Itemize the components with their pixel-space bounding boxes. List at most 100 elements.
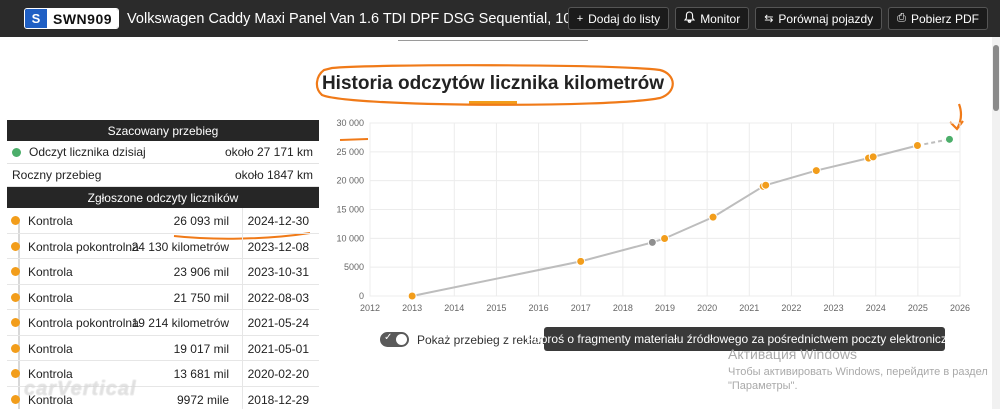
yearly-mileage-value: około 1847 km xyxy=(234,168,313,182)
column-divider xyxy=(242,233,243,258)
column-divider xyxy=(242,386,243,409)
download-pdf-button[interactable]: ⎙ Pobierz PDF xyxy=(888,7,988,30)
top-bar: S SWN909 Volkswagen Caddy Maxi Panel Van… xyxy=(0,0,1000,37)
data-point xyxy=(407,291,417,301)
column-divider xyxy=(242,310,243,335)
reading-kind: Kontrola pokontrolna xyxy=(28,316,139,330)
y-tick-label: 30 000 xyxy=(336,118,364,128)
reading-date: 2020-02-20 xyxy=(247,367,309,381)
reading-dot-icon xyxy=(11,318,20,327)
reading-date: 2022-08-03 xyxy=(247,290,309,305)
x-tick-label: 2026 xyxy=(950,303,970,313)
reading-dot-icon xyxy=(11,343,20,353)
reading-mileage: 19 017 mil xyxy=(173,341,229,356)
x-tick-label: 2014 xyxy=(444,303,464,313)
reading-mileage: 23 906 mil xyxy=(173,265,229,279)
reading-dot-icon xyxy=(11,369,20,378)
reported-readings-header: Zgłoszone odczyty liczników xyxy=(7,187,319,208)
reading-kind: Kontrola xyxy=(28,341,73,356)
data-point xyxy=(912,141,922,151)
ads-mileage-toggle[interactable]: ✓ xyxy=(380,332,409,347)
reading-dot-icon xyxy=(11,292,20,302)
y-tick-label: 0 xyxy=(359,291,364,301)
y-tick-label: 5000 xyxy=(344,262,364,272)
column-divider xyxy=(242,361,243,386)
estimate-dot-icon xyxy=(12,147,21,157)
today-reading-label: Odczyt licznika dzisiaj xyxy=(29,145,146,159)
compare-icon: ⇆ xyxy=(764,13,774,25)
add-to-list-label: Dodaj do listy xyxy=(588,11,661,26)
data-point xyxy=(708,212,718,222)
reading-row: Kontrola pokontrolna 19 214 kilometrów 202… xyxy=(7,310,319,336)
reading-row: Kontrola 23 906 mil 2023-10-31 xyxy=(7,259,319,285)
pdf-icon: ⎙ xyxy=(897,12,906,24)
toggle-knob xyxy=(396,334,407,345)
download-pdf-label: Pobierz PDF xyxy=(910,11,979,26)
reading-date: 2021-05-01 xyxy=(247,341,309,356)
reading-date: 2023-10-31 xyxy=(247,265,309,279)
reading-mileage: 13 681 mil xyxy=(173,367,229,381)
x-tick-label: 2023 xyxy=(824,303,844,313)
mileage-chart: 0 5000 10 000 15 000 20 000 25 000 30 000 2012 2… xyxy=(336,118,970,313)
cropped-element xyxy=(398,37,588,41)
today-reading-value: około 27 171 km xyxy=(224,145,313,159)
reading-mileage: 21 750 mil xyxy=(173,290,229,305)
y-tick-label: 25 000 xyxy=(336,147,364,157)
x-tick-label: 2018 xyxy=(613,303,633,313)
reading-dot-icon xyxy=(11,216,20,225)
windows-activation-title: Активация Windows xyxy=(728,346,858,362)
column-divider xyxy=(242,335,243,360)
plate-number: SWN909 xyxy=(47,9,119,28)
reading-kind: Kontrola xyxy=(28,265,73,279)
compare-vehicles-label: Porównaj pojazdy xyxy=(778,11,874,26)
reading-row: Kontrola 26 093 mil 2024-12-30 xyxy=(7,208,319,234)
reading-dot-icon xyxy=(11,394,20,404)
reading-mileage: 24 130 kilometrów xyxy=(131,239,229,254)
compare-vehicles-button[interactable]: ⇆ Porównaj pojazdy xyxy=(755,7,883,30)
reading-date: 2023-12-08 xyxy=(247,239,309,254)
add-to-list-button[interactable]: + Dodaj do listy xyxy=(567,7,670,30)
reading-row: Kontrola pokontrolna 24 130 kilometrów 202… xyxy=(7,233,319,259)
reading-kind: Kontrola xyxy=(28,290,73,305)
vehicle-history-page: S SWN909 Volkswagen Caddy Maxi Panel Van… xyxy=(0,0,1000,409)
y-tick-label: 20 000 xyxy=(336,176,364,186)
ads-mileage-toggle-wrap: ✓ Pokaż przebieg z reklam xyxy=(380,332,548,347)
monitor-button[interactable]: Monitor xyxy=(675,7,750,30)
watermark-logo: carVertical xyxy=(24,378,137,400)
column-divider xyxy=(242,208,243,233)
x-tick-label: 2013 xyxy=(402,303,422,313)
plate-country-code: S xyxy=(25,9,47,28)
estimate-dashed-line xyxy=(917,138,950,147)
yearly-mileage-label: Roczny przebieg xyxy=(12,168,102,182)
y-tick-label: 10 000 xyxy=(336,233,364,243)
column-divider xyxy=(242,259,243,284)
page-title: Historia odczytów licznika kilometrów xyxy=(321,73,665,94)
x-tick-label: 2020 xyxy=(697,303,717,313)
data-point xyxy=(944,134,954,144)
reading-date: 2018-12-29 xyxy=(247,392,309,407)
windows-activation-notice: Активация Windows Чтобы активировать Win… xyxy=(728,346,993,393)
x-tick-label: 2022 xyxy=(781,303,801,313)
x-tick-label: 2019 xyxy=(655,303,675,313)
today-reading-row: Odczyt licznika dzisiaj około 27 171 km xyxy=(7,141,319,164)
column-divider xyxy=(242,284,243,309)
reading-mileage: 9972 mile xyxy=(176,392,229,407)
data-point xyxy=(811,166,821,176)
x-tick-label: 2024 xyxy=(866,303,886,313)
reading-mileage: 26 093 mil xyxy=(173,214,229,228)
data-point xyxy=(868,152,878,162)
reading-kind: Kontrola pokontrolna xyxy=(28,239,139,254)
mileage-panel: Szacowany przebieg Odczyt licznika dzisi… xyxy=(7,120,319,409)
data-point xyxy=(647,237,657,247)
x-tick-label: 2025 xyxy=(908,303,928,313)
scrollbar-thumb[interactable] xyxy=(993,45,999,111)
page-scrollbar[interactable] xyxy=(992,37,1000,409)
x-tick-label: 2012 xyxy=(360,303,380,313)
y-tick-label: 15 000 xyxy=(336,205,364,215)
reading-dot-icon xyxy=(11,267,20,276)
reading-date: 2024-12-30 xyxy=(247,214,309,228)
monitor-label: Monitor xyxy=(700,11,741,26)
estimated-mileage-header: Szacowany przebieg xyxy=(7,120,319,141)
plus-icon: + xyxy=(576,12,584,25)
data-point xyxy=(576,256,586,266)
